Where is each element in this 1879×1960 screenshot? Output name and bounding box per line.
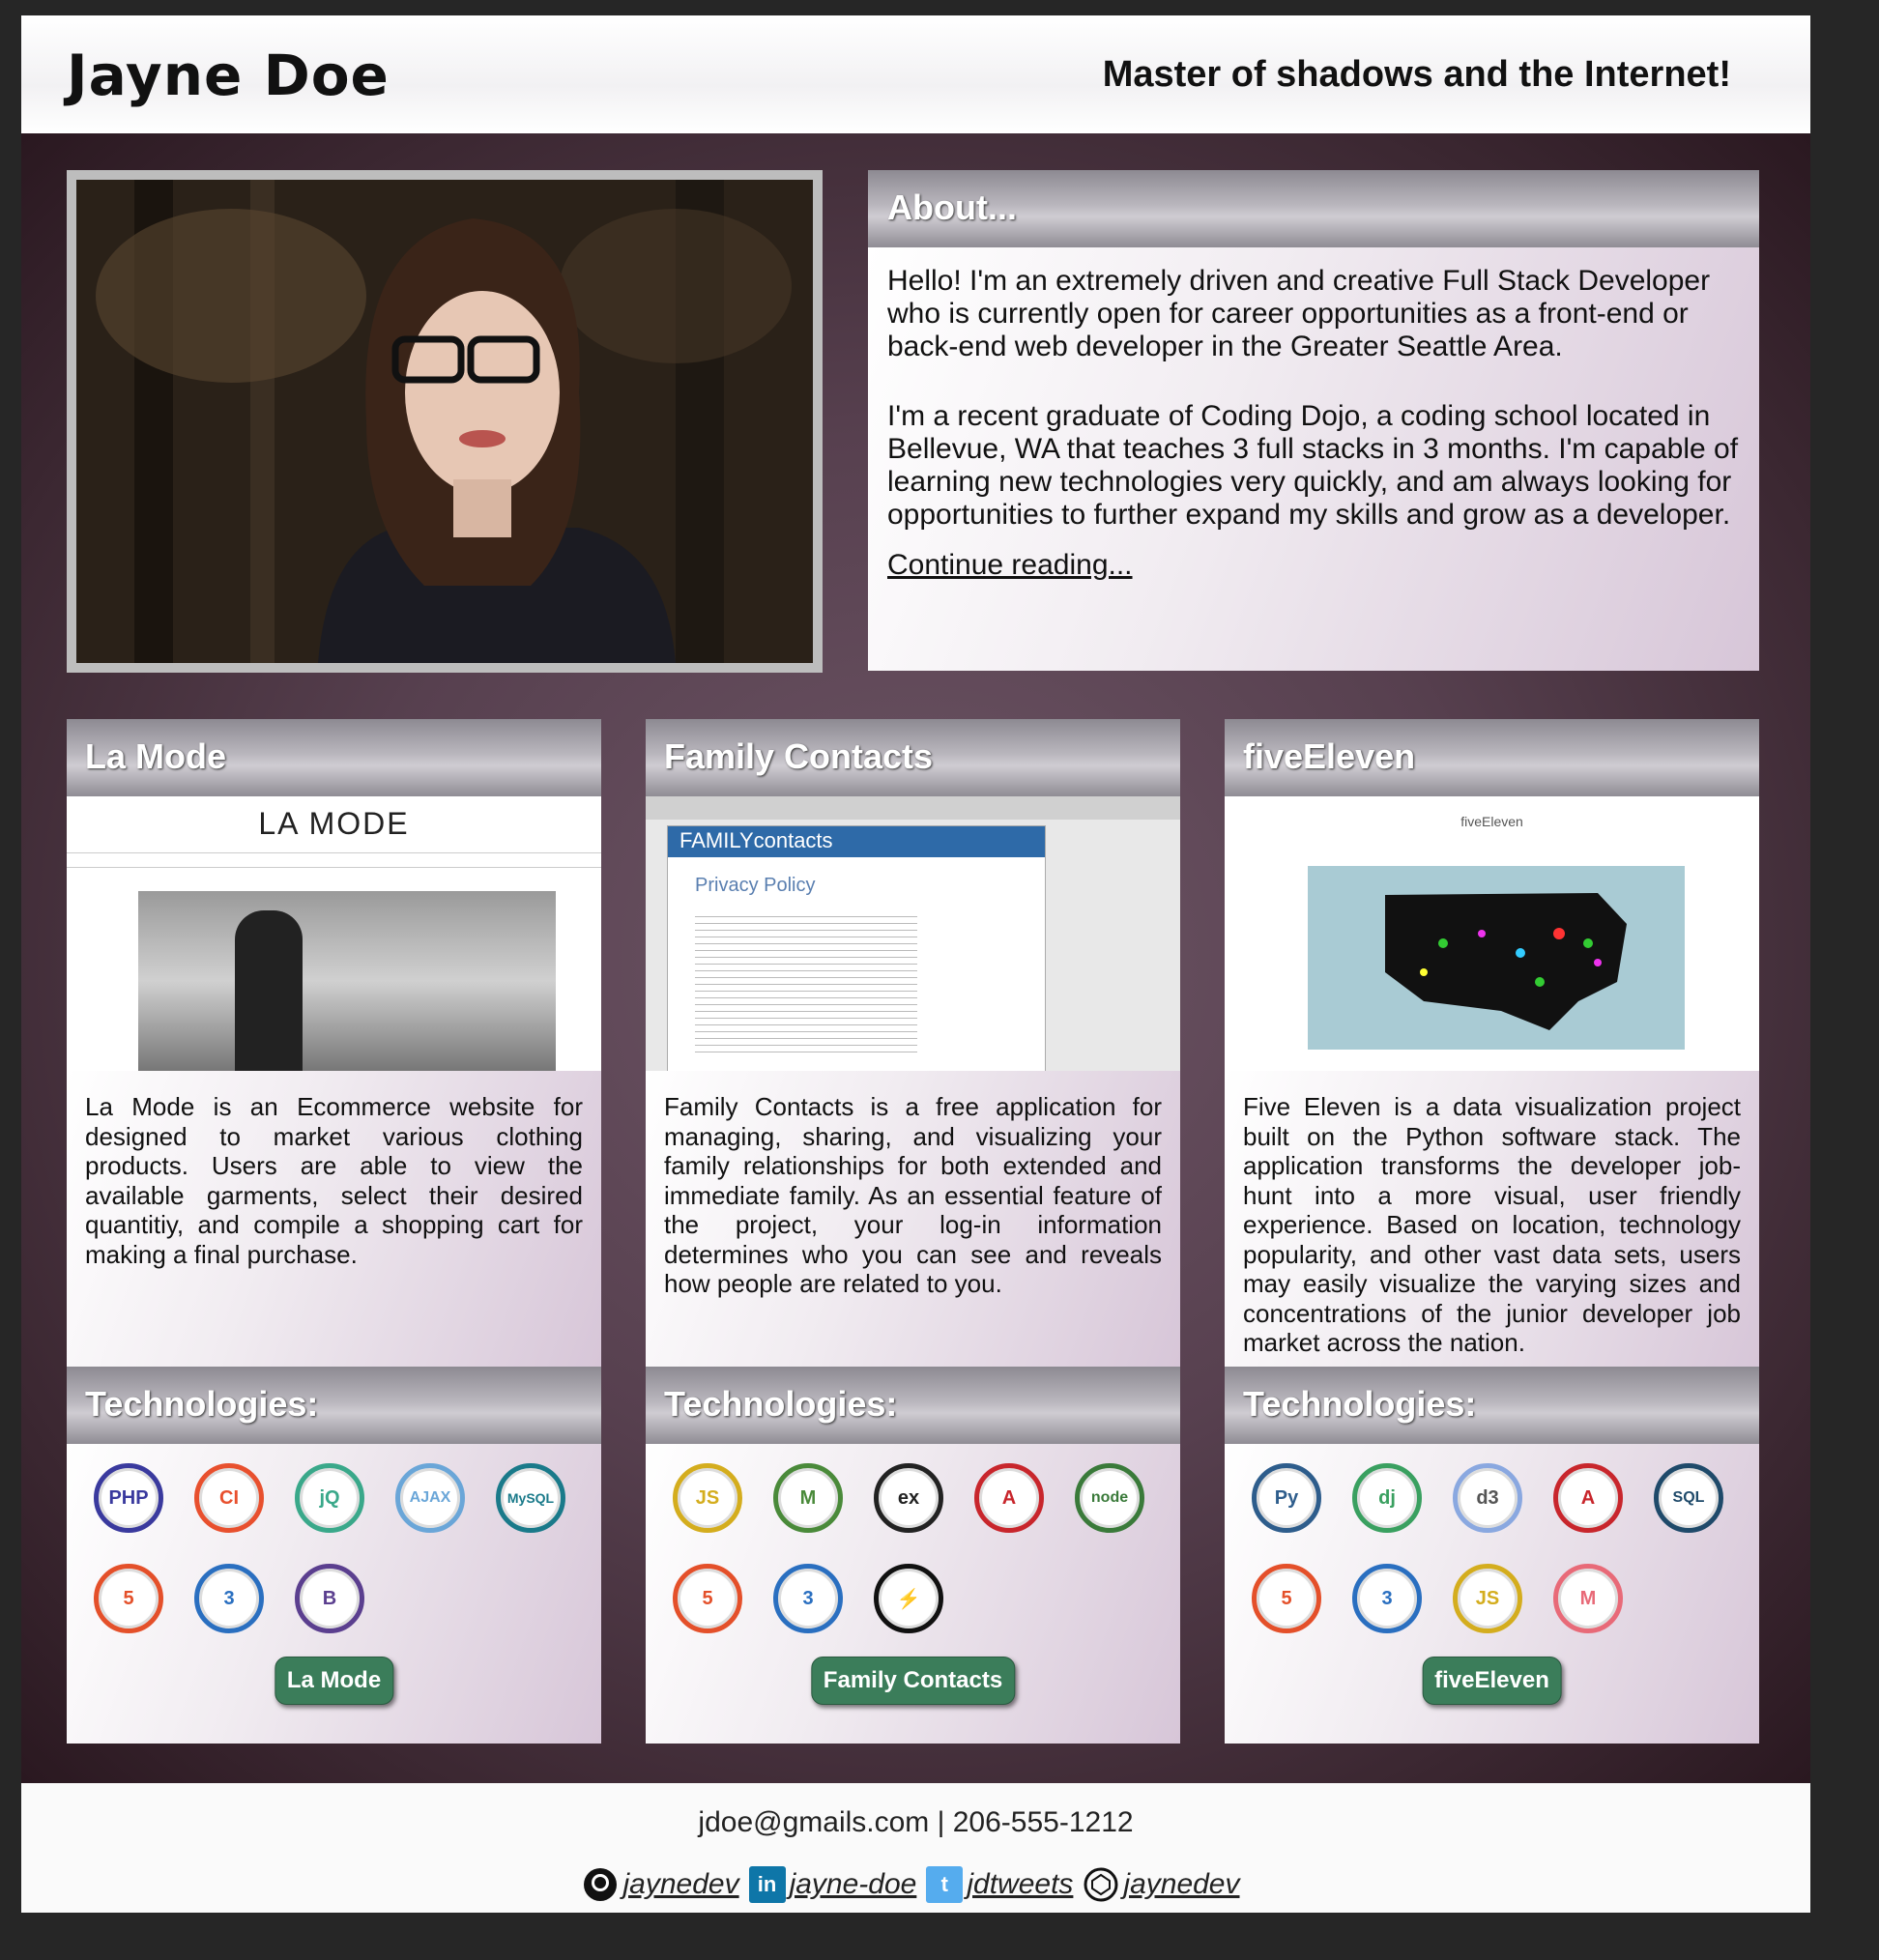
- la-mode-button[interactable]: La Mode: [274, 1657, 394, 1705]
- twitter-link[interactable]: jdtweets: [967, 1868, 1073, 1901]
- project-description: Five Eleven is a data visualization proj…: [1225, 1071, 1759, 1367]
- codepen-icon: [1083, 1866, 1119, 1903]
- site-footer: jdoe@gmails.com | 206-555-1212 jaynedev …: [21, 1783, 1810, 1913]
- mysql-icon: MySQL: [496, 1463, 565, 1533]
- portrait-image: [76, 180, 813, 663]
- angular-icon: A: [974, 1463, 1044, 1533]
- screenshot-text-lines: [695, 910, 917, 1055]
- mongodb-icon: M: [773, 1463, 843, 1533]
- angular-icon: A: [1553, 1463, 1623, 1533]
- about-section: About... Hello! I'm an extremely driven …: [868, 170, 1759, 671]
- project-title: Family Contacts: [646, 719, 1180, 796]
- page: Jayne Doe Master of shadows and the Inte…: [21, 15, 1810, 1913]
- css3-icon: 3: [194, 1564, 264, 1633]
- profile-photo: [76, 180, 813, 663]
- continue-reading-link[interactable]: Continue reading...: [887, 549, 1133, 581]
- twitter-icon: t: [926, 1866, 964, 1903]
- materialize-icon: M: [1553, 1564, 1623, 1633]
- profile-photo-frame: [67, 170, 823, 673]
- main-content: About... Hello! I'm an extremely driven …: [21, 133, 1810, 1783]
- github-link[interactable]: jaynedev: [622, 1868, 738, 1901]
- screenshot-heading: FAMILYcontacts: [668, 826, 1045, 857]
- php-icon: PHP: [94, 1463, 163, 1533]
- social-links: jaynedev in jayne-doe t jdtweets jaynede…: [21, 1866, 1810, 1903]
- ajax-icon: AJAX: [395, 1463, 465, 1533]
- project-screenshot[interactable]: FAMILYcontacts Privacy Policy: [646, 796, 1180, 1071]
- html5-icon: 5: [94, 1564, 163, 1633]
- python-icon: Py: [1252, 1463, 1321, 1533]
- project-card-fiveeleven: fiveEleven fiveEleven Five Eleven is a d…: [1225, 719, 1759, 1744]
- github-icon: [582, 1866, 619, 1903]
- javascript-icon: JS: [1453, 1564, 1522, 1633]
- about-paragraph-2: I'm a recent graduate of Coding Dojo, a …: [887, 400, 1739, 531]
- html5-icon: 5: [673, 1564, 742, 1633]
- css3-icon: 3: [773, 1564, 843, 1633]
- technologies-list: JS M ex A node 5 3 ⚡ Family Contacts: [646, 1444, 1180, 1744]
- d3js-icon: d3: [1453, 1463, 1522, 1533]
- tagline: Master of shadows and the Internet!: [1102, 54, 1731, 95]
- project-card-family-contacts: Family Contacts FAMILYcontacts Privacy P…: [646, 719, 1180, 1744]
- sqlite-icon: SQL: [1654, 1463, 1723, 1533]
- technologies-list: Py dj d3 A SQL 5 3 JS M fiveEleven: [1225, 1444, 1759, 1744]
- screenshot-hero-image: [138, 891, 556, 1071]
- browser-bar: [646, 796, 1180, 820]
- project-screenshot[interactable]: fiveEleven: [1225, 796, 1759, 1071]
- screenshot-subheading: Privacy Policy: [695, 875, 816, 896]
- nodejs-icon: node: [1075, 1463, 1144, 1533]
- technologies-heading: Technologies:: [646, 1367, 1180, 1444]
- about-paragraph-1: Hello! I'm an extremely driven and creat…: [887, 265, 1711, 362]
- technologies-heading: Technologies:: [1225, 1367, 1759, 1444]
- project-title: fiveEleven: [1225, 719, 1759, 796]
- socketio-icon: ⚡: [874, 1564, 943, 1633]
- site-header: Jayne Doe Master of shadows and the Inte…: [21, 15, 1810, 133]
- screenshot-heading: LA MODE: [258, 806, 410, 841]
- about-body: Hello! I'm an extremely driven and creat…: [868, 247, 1759, 671]
- screenshot-page: FAMILYcontacts Privacy Policy: [667, 825, 1046, 1071]
- project-screenshot[interactable]: LA MODE: [67, 796, 601, 1071]
- codeigniter-icon: CI: [194, 1463, 264, 1533]
- project-description: La Mode is an Ecommerce website for desi…: [67, 1071, 601, 1367]
- html5-icon: 5: [1252, 1564, 1321, 1633]
- technologies-heading: Technologies:: [67, 1367, 601, 1444]
- bootstrap-icon: B: [295, 1564, 364, 1633]
- project-card-la-mode: La Mode LA MODE La Mode is an Ecommerce …: [67, 719, 601, 1744]
- contact-info: jdoe@gmails.com | 206-555-1212: [698, 1806, 1134, 1838]
- project-title: La Mode: [67, 719, 601, 796]
- css3-icon: 3: [1352, 1564, 1422, 1633]
- codepen-link[interactable]: jaynedev: [1123, 1868, 1239, 1901]
- django-icon: dj: [1352, 1463, 1422, 1533]
- jquery-icon: jQ: [295, 1463, 364, 1533]
- javascript-icon: JS: [673, 1463, 742, 1533]
- site-name: Jayne Doe: [67, 43, 390, 108]
- about-title: About...: [868, 170, 1759, 247]
- technologies-list: PHP CI jQ AJAX MySQL 5 3 B La Mode: [67, 1444, 601, 1744]
- screenshot-map: [1308, 866, 1685, 1050]
- screenshot-heading: fiveEleven: [1460, 814, 1523, 829]
- express-icon: ex: [874, 1463, 943, 1533]
- linkedin-link[interactable]: jayne-doe: [790, 1868, 917, 1901]
- fiveeleven-button[interactable]: fiveEleven: [1422, 1657, 1562, 1705]
- project-description: Family Contacts is a free application fo…: [646, 1071, 1180, 1367]
- screenshot-nav: [67, 852, 601, 868]
- linkedin-icon: in: [748, 1866, 786, 1903]
- family-contacts-button[interactable]: Family Contacts: [810, 1657, 1016, 1705]
